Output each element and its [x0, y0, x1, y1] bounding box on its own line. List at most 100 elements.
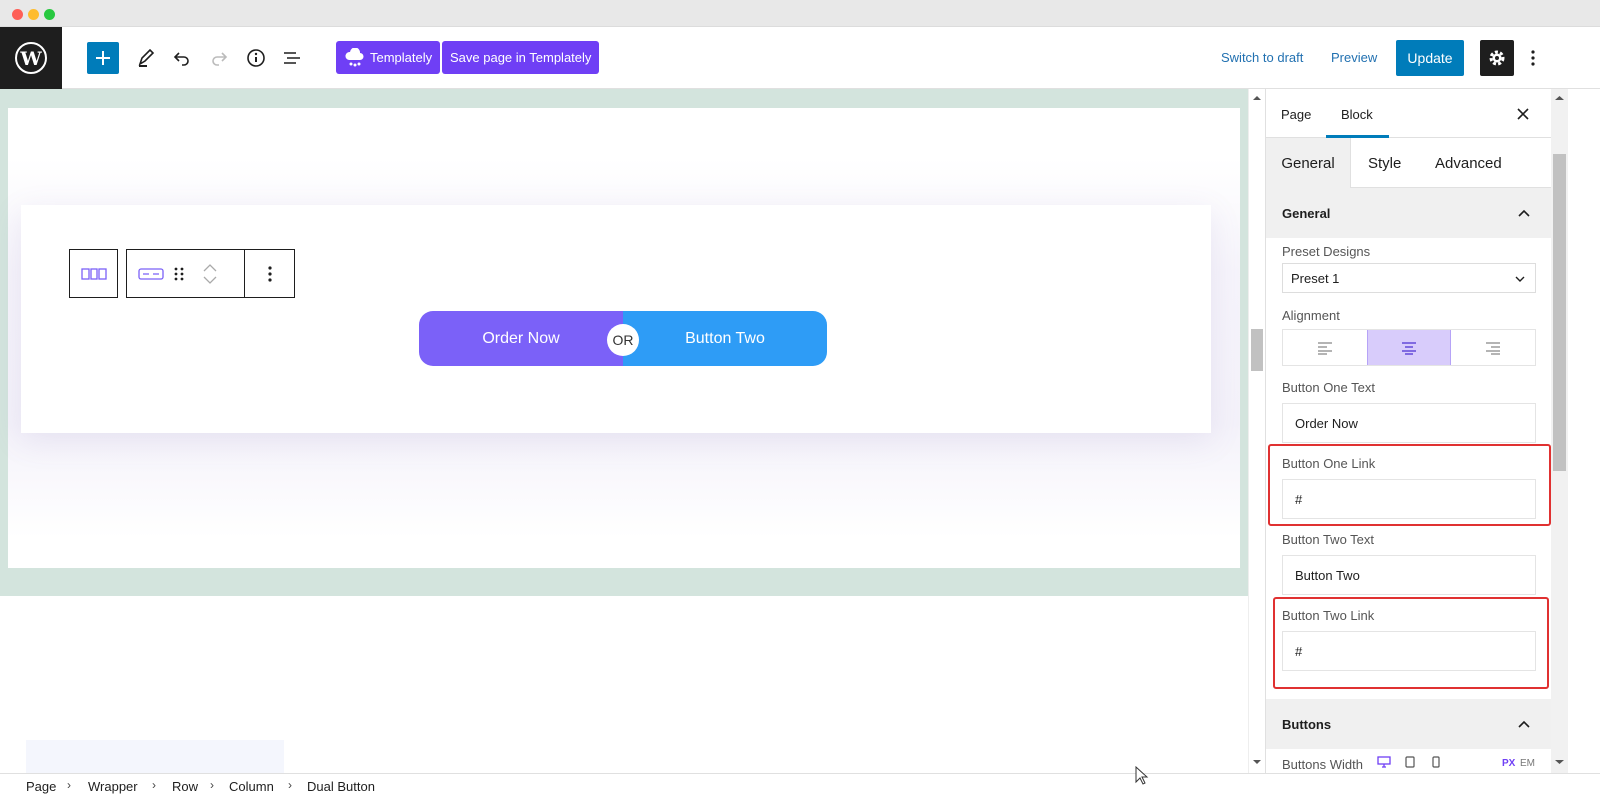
- move-up-icon[interactable]: [203, 263, 217, 272]
- tab-block[interactable]: Block: [1341, 107, 1373, 122]
- chevron-up-icon: [1518, 209, 1530, 217]
- tools-button[interactable]: [132, 42, 160, 74]
- scroll-up-icon[interactable]: [1249, 93, 1265, 103]
- preview-link[interactable]: Preview: [1331, 50, 1377, 65]
- templately-cloud-icon: [345, 47, 364, 66]
- align-center-button[interactable]: [1367, 330, 1451, 365]
- subtab-general[interactable]: General: [1266, 138, 1351, 188]
- tablet-icon[interactable]: [1404, 756, 1416, 768]
- add-block-button[interactable]: [87, 42, 119, 74]
- preset-designs-select[interactable]: Preset 1: [1282, 263, 1536, 293]
- window-chrome: [0, 0, 1600, 27]
- maximize-window-dot[interactable]: [44, 9, 55, 20]
- redo-icon: [212, 52, 228, 66]
- button-one-link-highlight: [1268, 444, 1551, 526]
- button-one[interactable]: Order Now: [419, 311, 623, 366]
- alignment-label: Alignment: [1282, 308, 1340, 323]
- general-section-title: General: [1282, 205, 1331, 221]
- block-parent-button[interactable]: [69, 249, 118, 298]
- buttons-width-label: Buttons Width: [1282, 757, 1363, 772]
- options-menu-button[interactable]: [1522, 42, 1544, 74]
- breadcrumb-separator-icon: ›: [152, 778, 156, 792]
- block-type-group: [126, 249, 244, 298]
- button-two-text-label: Button Two Text: [1282, 532, 1375, 547]
- list-view-icon: [284, 52, 300, 64]
- unit-px-option[interactable]: PX: [1502, 758, 1515, 769]
- editor-canvas: Order Now Button Two OR: [0, 89, 1248, 773]
- buttons-section-header[interactable]: Buttons: [1266, 699, 1551, 749]
- breadcrumb-row[interactable]: Row: [172, 779, 198, 794]
- save-in-templately-button[interactable]: Save page in Templately: [442, 41, 600, 74]
- scroll-down-icon[interactable]: [1249, 757, 1265, 767]
- scroll-up-icon[interactable]: [1551, 93, 1568, 103]
- breadcrumb-separator-icon: ›: [288, 778, 292, 792]
- breadcrumb-column[interactable]: Column: [229, 779, 274, 794]
- dual-button-block-icon[interactable]: [137, 267, 165, 281]
- align-left-button[interactable]: [1283, 330, 1367, 365]
- breadcrumb-page[interactable]: Page: [26, 779, 56, 794]
- close-icon[interactable]: [1517, 108, 1529, 120]
- switch-to-draft-link[interactable]: Switch to draft: [1221, 50, 1303, 65]
- more-vertical-icon: [1531, 50, 1535, 66]
- list-view-button[interactable]: [278, 42, 306, 74]
- breadcrumb-separator-icon: ›: [67, 778, 71, 792]
- chevron-up-icon: [1518, 720, 1530, 728]
- canvas-scroll-thumb[interactable]: [1251, 329, 1263, 371]
- templately-button[interactable]: Templately: [336, 41, 441, 74]
- breadcrumb-dual-button[interactable]: Dual Button: [307, 779, 375, 794]
- button-two-text-input[interactable]: Button Two: [1282, 555, 1536, 595]
- close-window-dot[interactable]: [12, 9, 23, 20]
- buttons-section-title: Buttons: [1282, 716, 1332, 732]
- next-block-placeholder: [26, 740, 284, 773]
- scroll-down-icon[interactable]: [1551, 757, 1568, 767]
- subtab-advanced[interactable]: Advanced: [1435, 138, 1502, 188]
- details-button[interactable]: [242, 42, 270, 74]
- settings-button[interactable]: [1480, 40, 1514, 76]
- sidebar-scrollbar[interactable]: [1551, 89, 1568, 773]
- align-center-icon: [1402, 341, 1416, 355]
- sidebar-scroll-thumb[interactable]: [1553, 154, 1566, 471]
- sidebar-tabs: Page Block: [1266, 89, 1551, 138]
- save-in-templately-label: Save page in Templately: [450, 50, 592, 65]
- breadcrumb-separator-icon: ›: [210, 778, 214, 792]
- wordpress-logo-icon[interactable]: W: [0, 27, 62, 89]
- align-right-button[interactable]: [1451, 330, 1535, 365]
- desktop-icon[interactable]: [1377, 756, 1391, 768]
- block-toolbar: [69, 249, 295, 298]
- undo-icon: [173, 52, 189, 66]
- button-one-text-label: Button One Text: [1282, 380, 1375, 395]
- redo-button[interactable]: [205, 42, 233, 74]
- chevron-down-icon: [1515, 276, 1525, 282]
- breadcrumb: Page › Wrapper › Row › Column › Dual But…: [0, 773, 1600, 798]
- move-down-icon[interactable]: [203, 276, 217, 284]
- update-button[interactable]: Update: [1396, 40, 1464, 76]
- minimize-window-dot[interactable]: [28, 9, 39, 20]
- info-icon: [247, 49, 265, 67]
- button-two[interactable]: Button Two: [623, 311, 827, 366]
- button-two-link-highlight: [1273, 597, 1549, 689]
- plus-icon: [96, 51, 110, 65]
- button-one-text-input[interactable]: Order Now: [1282, 403, 1536, 443]
- breadcrumb-wrapper[interactable]: Wrapper: [88, 779, 138, 794]
- alignment-control: [1282, 329, 1536, 366]
- editor-toolbar: W Templately Save page in Templately Swi…: [0, 27, 1600, 89]
- undo-button[interactable]: [168, 42, 196, 74]
- gear-icon: [1489, 50, 1505, 66]
- more-vertical-icon: [267, 265, 272, 282]
- move-buttons: [203, 263, 217, 284]
- columns-icon: [80, 267, 107, 280]
- tab-page[interactable]: Page: [1281, 107, 1311, 122]
- block-subtabs: General Style Advanced: [1266, 138, 1551, 188]
- drag-handle-icon[interactable]: [173, 266, 185, 282]
- templately-label: Templately: [370, 50, 433, 65]
- align-right-icon: [1486, 341, 1500, 355]
- block-options-button[interactable]: [244, 249, 295, 298]
- preset-designs-label: Preset Designs: [1282, 244, 1371, 259]
- general-section-header[interactable]: General: [1266, 188, 1551, 238]
- unit-em-option[interactable]: EM: [1520, 758, 1535, 769]
- subtab-style[interactable]: Style: [1368, 138, 1401, 188]
- pencil-icon: [138, 48, 155, 67]
- mobile-icon[interactable]: [1431, 756, 1441, 768]
- canvas-scrollbar[interactable]: [1248, 89, 1264, 773]
- or-connector: OR: [607, 324, 639, 356]
